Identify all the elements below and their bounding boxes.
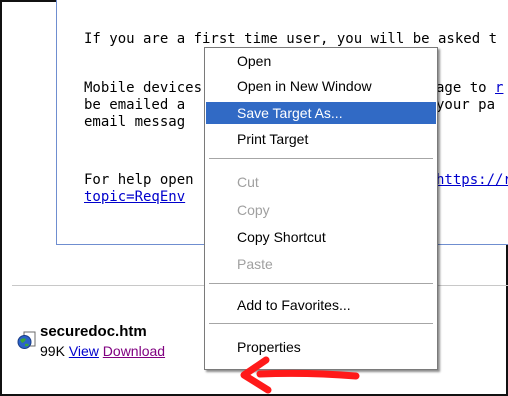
menu-item-paste[interactable]: Paste bbox=[206, 253, 436, 275]
help-link[interactable]: https://r bbox=[436, 172, 508, 189]
menu-separator bbox=[209, 323, 433, 324]
help-topic-link[interactable]: topic=ReqEnv bbox=[84, 189, 185, 206]
info-text-line4: email messag bbox=[84, 114, 186, 130]
attachment-meta: 99K View Download bbox=[40, 343, 165, 359]
info-text-line3-tail: your pa bbox=[436, 97, 496, 113]
red-arrow-icon bbox=[240, 356, 360, 394]
info-text-line1: If you are a first time user, you will b… bbox=[84, 31, 498, 47]
info-text-line3: be emailed a bbox=[84, 97, 194, 113]
globe-document-icon bbox=[17, 331, 36, 349]
attachment-filename[interactable]: securedoc.htm bbox=[40, 323, 147, 340]
menu-item-copy[interactable]: Copy bbox=[206, 199, 436, 221]
download-link[interactable]: Download bbox=[103, 343, 165, 359]
help-text: For help open bbox=[84, 172, 194, 188]
info-text-line2-tail: age to r bbox=[436, 80, 504, 96]
menu-item-copy-shortcut[interactable]: Copy Shortcut bbox=[206, 226, 436, 248]
attachment-size: 99K bbox=[40, 343, 65, 359]
menu-item-open-new-window[interactable]: Open in New Window bbox=[206, 75, 436, 97]
menu-item-properties[interactable]: Properties bbox=[206, 336, 436, 358]
menu-item-cut[interactable]: Cut bbox=[206, 171, 436, 193]
view-link[interactable]: View bbox=[69, 343, 99, 359]
menu-item-print-target[interactable]: Print Target bbox=[206, 128, 436, 150]
menu-separator bbox=[209, 158, 433, 159]
menu-item-save-target-as[interactable]: Save Target As... bbox=[206, 102, 436, 124]
menu-item-add-to-favorites[interactable]: Add to Favorites... bbox=[206, 294, 436, 316]
menu-separator bbox=[209, 283, 433, 284]
info-text-line2: Mobile devices bbox=[84, 80, 203, 96]
menu-item-open[interactable]: Open bbox=[206, 50, 436, 72]
context-menu: Open Open in New Window Save Target As..… bbox=[204, 47, 438, 370]
